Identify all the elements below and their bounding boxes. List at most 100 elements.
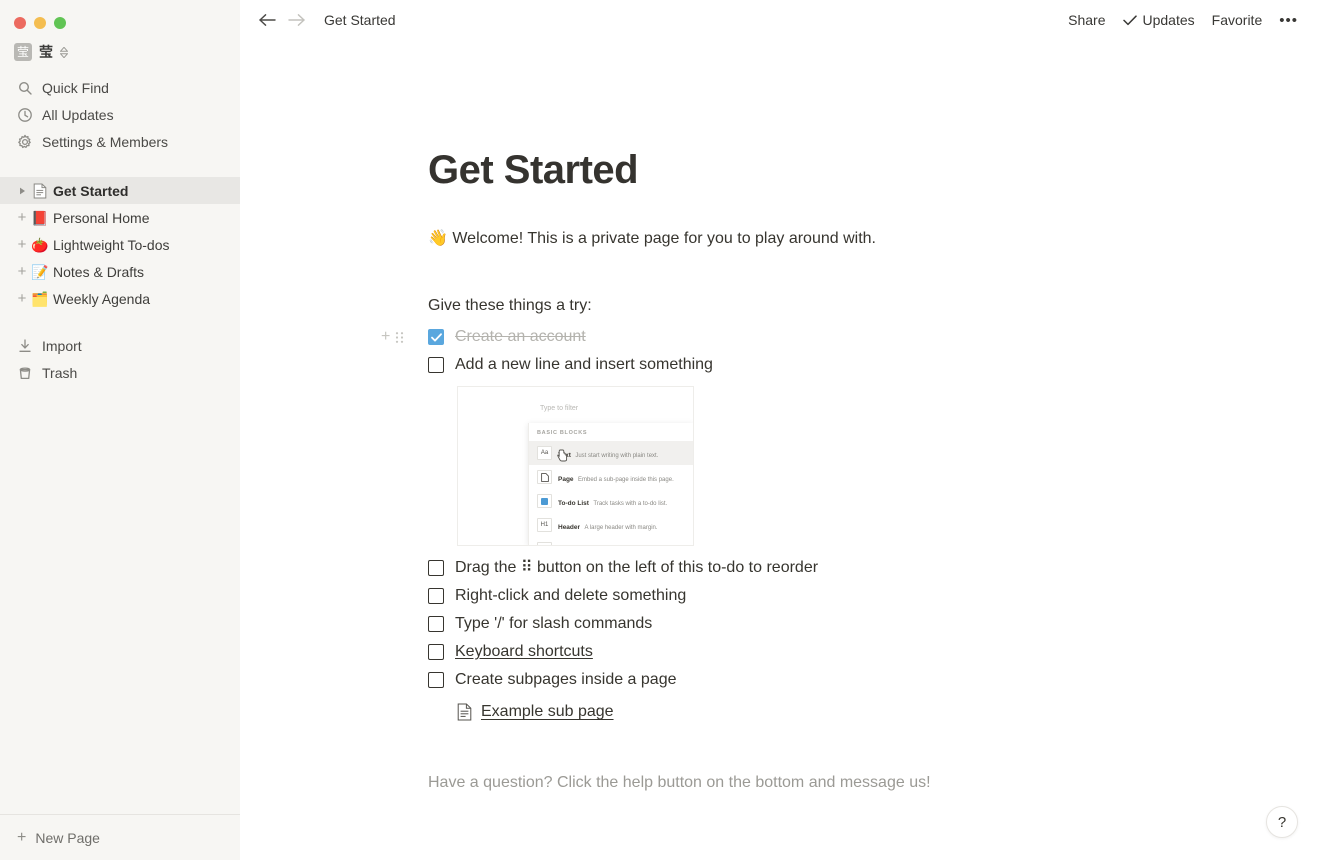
workspace-switcher[interactable]: 莹 莹 (0, 38, 240, 66)
trash-icon (17, 365, 33, 381)
page-block-icon (537, 470, 552, 484)
todo-item[interactable]: Type '/' for slash commands (428, 610, 1320, 638)
menu-item-desc: A large header with margin. (584, 525, 658, 531)
sidebar-item-lightweight-to-dos[interactable]: + 🍅 Lightweight To-dos (0, 231, 240, 258)
todo-checkbox[interactable] (428, 560, 444, 576)
menu-item-header[interactable]: H1 Header A large header with margin. (529, 513, 693, 537)
footer-note: Have a question? Click the help button o… (428, 774, 931, 791)
block-gutter: + (381, 323, 425, 351)
todo-checkbox[interactable] (428, 616, 444, 632)
plus-icon[interactable]: + (381, 329, 390, 345)
breadcrumb[interactable]: Get Started (324, 12, 396, 28)
sidebar-page-list: Get Started + 📕 Personal Home + 🍅 Lightw… (0, 177, 240, 312)
todo-item[interactable]: Right-click and delete something (428, 582, 1320, 610)
more-options-button[interactable]: ••• (1279, 12, 1298, 29)
topbar-actions: Share Updates Favorite ••• (1068, 12, 1298, 29)
todo-checkbox[interactable] (428, 672, 444, 688)
menu-item-text[interactable]: Aa Text Just start writing with plain te… (529, 441, 693, 465)
todo-item[interactable]: Add a new line and insert something (428, 351, 1320, 379)
todo-label: Add a new line and insert something (455, 356, 713, 373)
workspace-name: 莹 (39, 44, 53, 60)
sidebar-item-trash[interactable]: Trash (0, 359, 240, 386)
sidebar-page-label: Personal Home (53, 209, 150, 226)
gear-icon (17, 134, 33, 150)
text-block-icon: Aa (537, 446, 552, 460)
todo-label: Right-click and delete something (455, 587, 687, 604)
menu-item-desc: Embed a sub-page inside this page. (578, 477, 674, 483)
sidebar-item-import[interactable]: Import (0, 332, 240, 359)
arrow-left-icon[interactable] (258, 13, 276, 27)
chevron-up-down-icon (60, 46, 68, 58)
sidebar-item-label: Import (42, 337, 82, 354)
prompt-text: Give these things a try: (428, 297, 592, 314)
sidebar-item-label: All Updates (42, 106, 114, 123)
todo-checkbox[interactable] (428, 588, 444, 604)
sidebar-item-notes-drafts[interactable]: + 📝 Notes & Drafts (0, 258, 240, 285)
workspace-avatar: 莹 (14, 43, 32, 61)
embedded-screenshot[interactable]: Type to filter BASIC BLOCKS Aa Text Just… (457, 386, 694, 546)
plus-icon[interactable]: + (14, 237, 30, 252)
plus-icon[interactable]: + (14, 264, 30, 279)
sidebar-item-weekly-agenda[interactable]: + 🗂️ Weekly Agenda (0, 285, 240, 312)
menu-item-title: Header (558, 524, 581, 531)
question-mark-icon: ? (1277, 813, 1287, 831)
menu-section-label: BASIC BLOCKS (537, 430, 588, 436)
app-window: 莹 莹 Quick Find All Updates Settings & Me… (0, 0, 1320, 860)
document-icon (457, 703, 472, 721)
sidebar-item-quick-find[interactable]: Quick Find (0, 74, 240, 101)
keyboard-shortcuts-link[interactable]: Keyboard shortcuts (455, 643, 593, 660)
plus-icon[interactable]: + (14, 291, 30, 306)
todo-label: Keyboard shortcuts (455, 638, 1320, 666)
favorite-button[interactable]: Favorite (1212, 12, 1263, 28)
page-title: Get Started (428, 148, 639, 192)
close-window-button[interactable] (14, 17, 26, 29)
arrow-right-icon[interactable] (288, 13, 306, 27)
block-menu: BASIC BLOCKS Aa Text Just start writing … (528, 423, 693, 545)
share-button[interactable]: Share (1068, 12, 1105, 28)
sidebar-utilities: Import Trash (0, 332, 240, 386)
todo-item[interactable]: Drag the ⠿ button on the left of this to… (428, 554, 1320, 582)
todo-item[interactable]: Create subpages inside a page (428, 666, 1320, 694)
sidebar-page-label: Lightweight To-dos (53, 236, 170, 253)
menu-item-desc: Track tasks with a to-do list. (593, 501, 668, 507)
maximize-window-button[interactable] (54, 17, 66, 29)
help-button[interactable]: ? (1266, 806, 1298, 838)
favorite-label: Favorite (1211, 12, 1263, 28)
updates-button[interactable]: Updates (1122, 12, 1195, 28)
minimize-window-button[interactable] (34, 17, 46, 29)
sidebar-item-label: Quick Find (42, 79, 109, 96)
todo-list: + Create an account Add a new line and i… (381, 323, 1320, 694)
sidebar-item-all-updates[interactable]: All Updates (0, 101, 240, 128)
subpage-link[interactable]: Example sub page (457, 703, 1320, 721)
todo-item[interactable]: + Create an account (381, 323, 1320, 351)
todo-checkbox[interactable] (428, 357, 444, 373)
todo-block-icon (537, 494, 552, 508)
nav-arrows (258, 13, 306, 27)
drag-handle-icon[interactable] (395, 331, 404, 344)
search-icon (17, 80, 33, 96)
page-emoji-icon: 🍅 (31, 236, 49, 253)
menu-item-page[interactable]: Page Embed a sub-page inside this page. (529, 465, 693, 489)
menu-item-sub-header[interactable]: H2 Sub Header (529, 537, 693, 545)
sidebar-item-get-started[interactable]: Get Started (0, 177, 240, 204)
window-traffic-lights (0, 0, 240, 34)
plus-icon[interactable]: + (14, 210, 30, 225)
menu-item-title: To-do List (558, 500, 589, 507)
welcome-text: 👋 Welcome! This is a private page for yo… (428, 230, 876, 247)
sidebar-item-label: Trash (42, 364, 78, 381)
todo-label: Create subpages inside a page (455, 671, 677, 688)
triangle-right-icon[interactable] (14, 187, 30, 195)
header-block-icon: H1 (537, 518, 552, 532)
todo-checkbox[interactable] (428, 329, 444, 345)
sub-header-block-icon: H2 (537, 542, 552, 545)
todo-item[interactable]: Keyboard shortcuts (428, 638, 1320, 666)
new-page-button[interactable]: + New Page (0, 814, 240, 860)
sidebar-item-settings-members[interactable]: Settings & Members (0, 128, 240, 155)
todo-label: Drag the ⠿ button on the left of this to… (455, 559, 819, 576)
sidebar-item-personal-home[interactable]: + 📕 Personal Home (0, 204, 240, 231)
menu-item-todo-list[interactable]: To-do List Track tasks with a to-do list… (529, 489, 693, 513)
todo-label: Type '/' for slash commands (455, 615, 653, 632)
todo-checkbox[interactable] (428, 644, 444, 660)
page-emoji-icon: 📝 (31, 263, 49, 280)
sidebar-page-label: Weekly Agenda (53, 290, 151, 307)
